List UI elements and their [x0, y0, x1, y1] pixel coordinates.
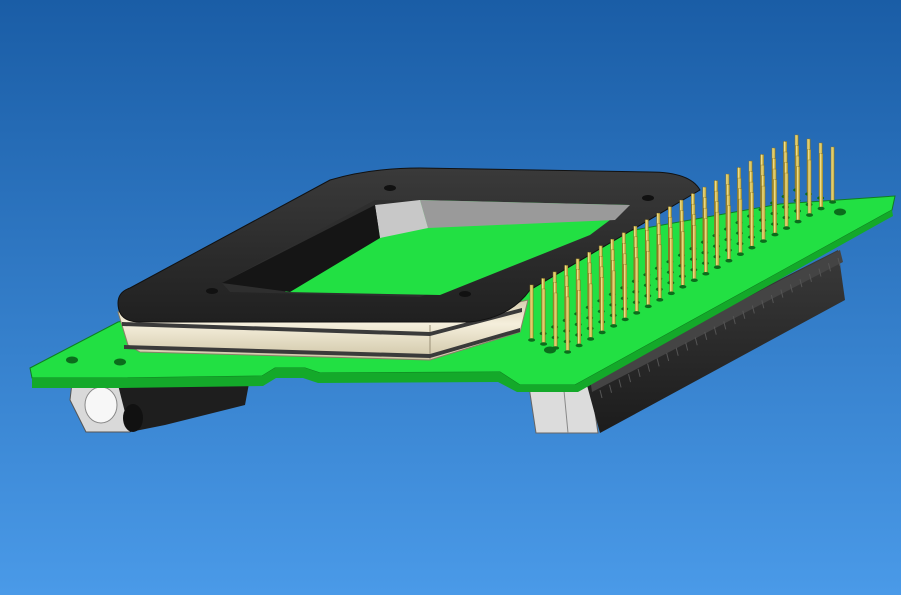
cad-scene[interactable] [0, 0, 901, 595]
cad-viewport[interactable] [0, 0, 901, 595]
